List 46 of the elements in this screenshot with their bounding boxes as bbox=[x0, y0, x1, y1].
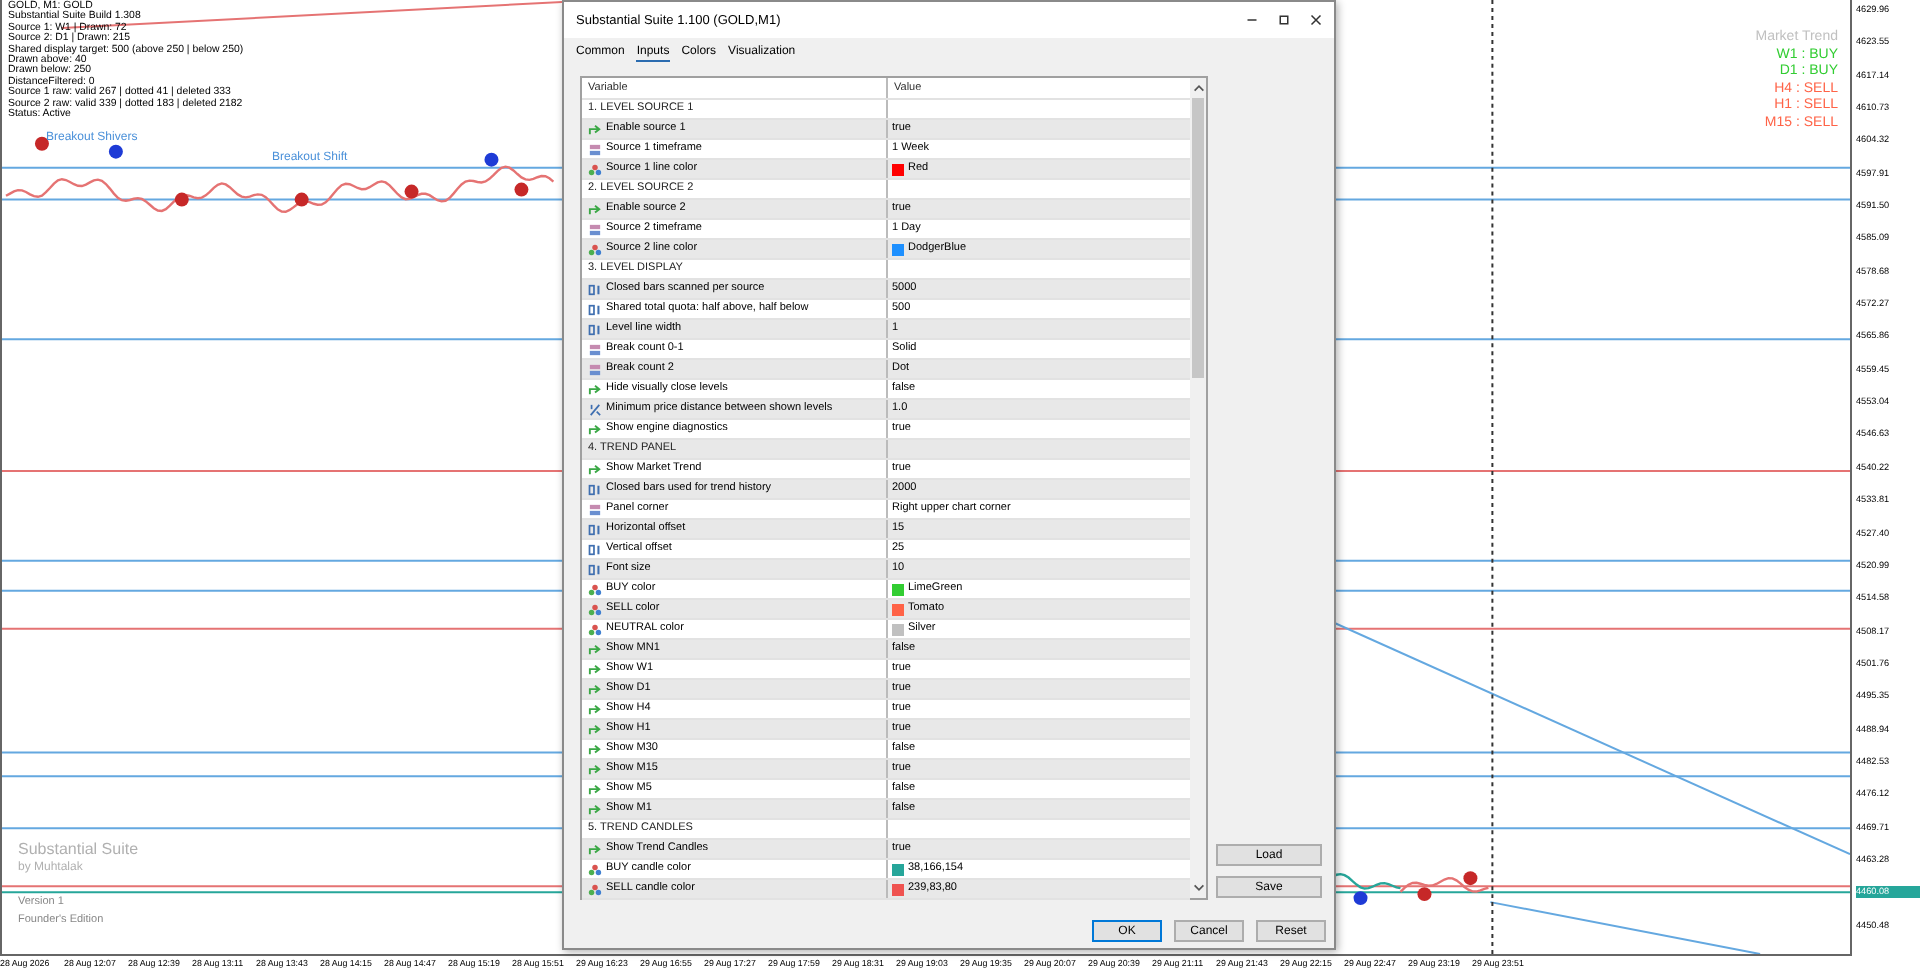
signal-marker bbox=[1353, 891, 1368, 906]
scroll-up-icon[interactable] bbox=[1191, 82, 1205, 94]
number-icon bbox=[588, 303, 602, 315]
signal-marker bbox=[294, 192, 309, 207]
arrow-icon bbox=[588, 703, 602, 715]
palette-icon bbox=[588, 243, 602, 255]
close-icon[interactable] bbox=[1310, 14, 1322, 26]
arrow-icon bbox=[588, 643, 602, 655]
signal-marker bbox=[108, 144, 123, 159]
arrow-icon bbox=[588, 783, 602, 795]
arrow-icon bbox=[588, 203, 602, 215]
signal-marker bbox=[514, 182, 529, 197]
arrow-icon bbox=[588, 683, 602, 695]
arrow-icon bbox=[588, 803, 602, 815]
signal-marker bbox=[404, 184, 419, 199]
arrow-icon bbox=[588, 763, 602, 775]
arrow-icon bbox=[588, 663, 602, 675]
maximize-icon[interactable] bbox=[1278, 14, 1290, 26]
list-icon bbox=[588, 223, 602, 235]
list-icon bbox=[588, 503, 602, 515]
scroll-down-icon[interactable] bbox=[1191, 882, 1205, 894]
minimize-icon[interactable] bbox=[1246, 14, 1258, 26]
arrow-icon bbox=[588, 423, 602, 435]
arrow-icon bbox=[588, 463, 602, 475]
signal-marker bbox=[174, 192, 189, 207]
watermark-title: Substantial Suite bbox=[18, 840, 139, 860]
list-icon bbox=[588, 143, 602, 155]
arrow-icon bbox=[588, 383, 602, 395]
arrow-icon bbox=[588, 723, 602, 735]
number-icon bbox=[588, 563, 602, 575]
signal-marker bbox=[1463, 871, 1478, 886]
number-icon bbox=[588, 483, 602, 495]
arrow-icon bbox=[588, 843, 602, 855]
fraction-icon bbox=[588, 403, 602, 415]
scroll-thumb[interactable] bbox=[1192, 98, 1204, 378]
arrow-icon bbox=[588, 123, 602, 135]
scrollbar[interactable] bbox=[1190, 78, 1206, 898]
palette-icon bbox=[588, 163, 602, 175]
number-icon bbox=[588, 543, 602, 555]
signal-marker bbox=[34, 136, 49, 151]
number-icon bbox=[588, 283, 602, 295]
number-icon bbox=[588, 323, 602, 335]
arrow-icon bbox=[588, 743, 602, 755]
signal-marker bbox=[484, 152, 499, 167]
signal-marker bbox=[1417, 887, 1432, 902]
number-icon bbox=[588, 523, 602, 535]
